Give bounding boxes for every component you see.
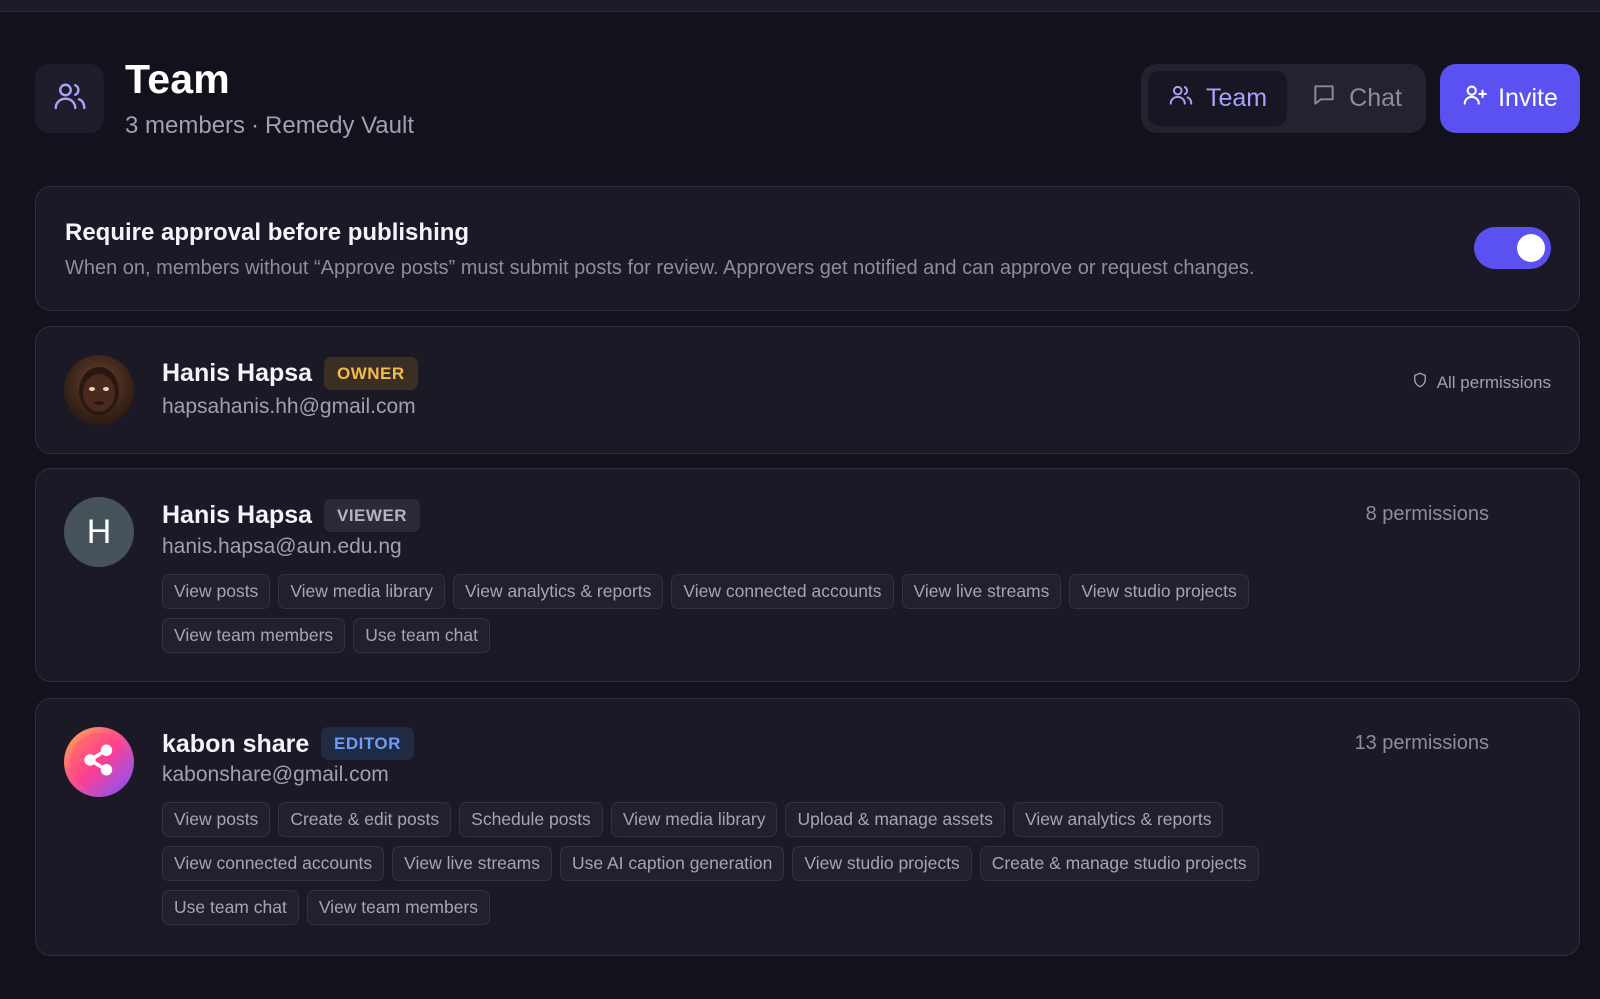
users-icon <box>52 78 88 119</box>
member-card-viewer: H Hanis Hapsa VIEWER hanis.hapsa@aun.edu… <box>35 468 1580 682</box>
view-switcher: Team Chat <box>1141 64 1426 133</box>
permissions-summary-label: All permissions <box>1436 372 1551 392</box>
permission-chips: View posts View media library View analy… <box>162 574 1312 653</box>
approval-settings-card: Require approval before publishing When … <box>35 186 1580 311</box>
subtitle-separator: · <box>251 112 260 139</box>
approval-title: Require approval before publishing <box>65 219 470 246</box>
tab-chat[interactable]: Chat <box>1291 71 1421 126</box>
member-count: 3 members <box>125 112 246 139</box>
chat-bubble-icon <box>1311 82 1337 115</box>
permission-chip: View posts <box>162 574 271 609</box>
top-bar <box>0 0 1600 12</box>
role-badge-viewer: VIEWER <box>324 499 421 532</box>
permission-chip: View posts <box>162 802 271 837</box>
permission-chip: View connected accounts <box>162 846 385 881</box>
permission-chip: Use team chat <box>353 618 491 653</box>
users-icon <box>1168 82 1194 115</box>
member-card-owner: Hanis Hapsa OWNER hapsahanis.hh@gmail.co… <box>35 326 1580 454</box>
permission-chip: View connected accounts <box>671 574 894 609</box>
approval-description: When on, members without “Approve posts”… <box>65 257 1255 279</box>
permission-chip: View live streams <box>901 574 1062 609</box>
member-card-editor: kabon share EDITOR kabonshare@gmail.com … <box>35 698 1580 956</box>
tab-chat-label: Chat <box>1349 84 1402 112</box>
invite-button-label: Invite <box>1498 84 1558 112</box>
permission-chip: Create & manage studio projects <box>979 846 1259 881</box>
invite-button[interactable]: Invite <box>1440 64 1580 133</box>
permission-chips: View posts Create & edit posts Schedule … <box>162 802 1282 925</box>
toggle-knob <box>1517 234 1545 262</box>
permission-chip: View team members <box>306 890 491 925</box>
permissions-count: 13 permissions <box>1354 732 1489 754</box>
permission-chip: View analytics & reports <box>1013 802 1224 837</box>
permission-chip: Schedule posts <box>459 802 603 837</box>
role-badge-owner: OWNER <box>324 357 418 390</box>
permission-chip: Upload & manage assets <box>785 802 1006 837</box>
permission-chip: View studio projects <box>1069 574 1249 609</box>
permission-chip: View live streams <box>392 846 552 881</box>
member-email: kabonshare@gmail.com <box>162 763 389 786</box>
approval-toggle[interactable] <box>1474 227 1551 269</box>
shield-icon <box>1411 371 1429 394</box>
avatar <box>64 727 134 797</box>
member-name: kabon share <box>162 730 310 758</box>
team-header-icon-box <box>35 64 104 133</box>
workspace-name: Remedy Vault <box>265 112 415 139</box>
permission-chip: View media library <box>610 802 778 837</box>
member-email: hapsahanis.hh@gmail.com <box>162 395 416 418</box>
user-plus-icon <box>1462 82 1488 115</box>
permission-chip: Use team chat <box>162 890 299 925</box>
member-name: Hanis Hapsa <box>162 359 313 387</box>
member-name: Hanis Hapsa <box>162 501 313 529</box>
tab-team-label: Team <box>1206 84 1268 112</box>
share-icon <box>81 742 117 783</box>
permission-chip: View media library <box>278 574 445 609</box>
avatar: H <box>64 497 134 567</box>
permission-chip: View analytics & reports <box>452 574 664 609</box>
permissions-summary: All permissions <box>1411 371 1551 394</box>
avatar <box>64 355 134 425</box>
tab-team[interactable]: Team <box>1148 71 1288 126</box>
permission-chip: View team members <box>162 618 346 653</box>
role-badge-editor: EDITOR <box>321 727 414 760</box>
permission-chip: Use AI caption generation <box>559 846 785 881</box>
permission-chip: View studio projects <box>792 846 972 881</box>
page-title: Team <box>125 56 230 102</box>
member-email: hanis.hapsa@aun.edu.ng <box>162 535 402 558</box>
permissions-count: 8 permissions <box>1365 503 1489 525</box>
permission-chip: Create & edit posts <box>278 802 452 837</box>
page-subtitle: 3 members · Remedy Vault <box>125 112 414 140</box>
